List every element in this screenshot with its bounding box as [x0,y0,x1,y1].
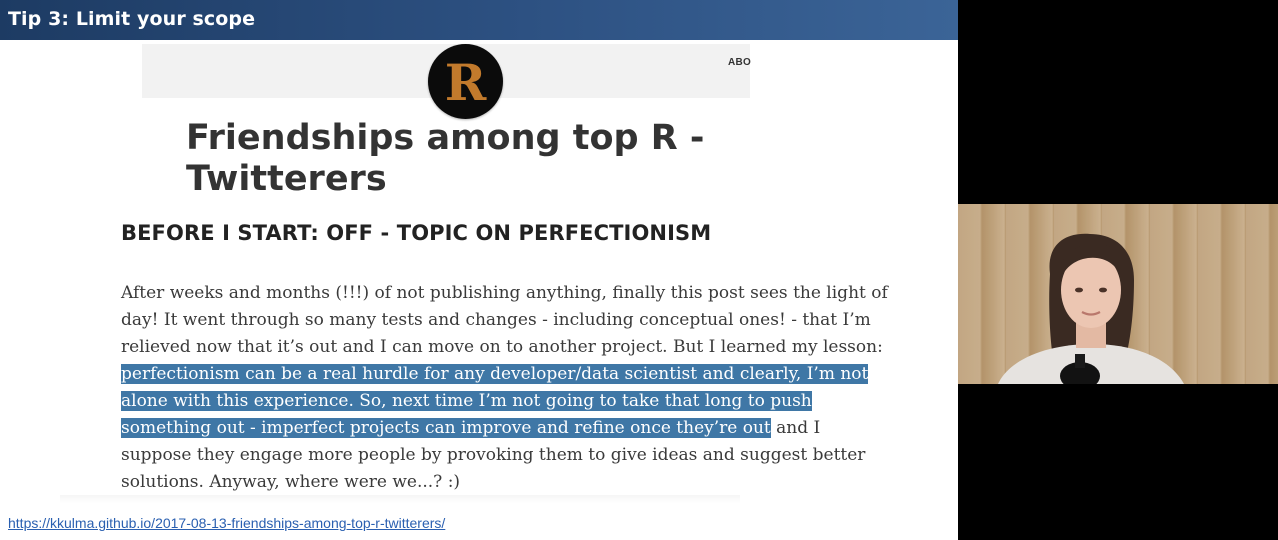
nav-link-about[interactable]: ABO [728,57,751,68]
highlighted-text: alone with this experience. So, next tim… [121,391,812,411]
blog-logo[interactable]: R [428,44,503,119]
paragraph-line: solutions. Anyway, where were we...? :) [121,472,461,492]
post-title-line-2: Twitterers [186,159,387,199]
source-link[interactable]: https://kkulma.github.io/2017-08-13-frie… [8,515,445,531]
slide-header-bar: Tip 3: Limit your scope [0,0,958,40]
paragraph-line: day! It went through so many tests and c… [121,310,871,330]
highlighted-text: something out - imperfect projects can i… [121,418,771,438]
paragraph-line: relieved now that it’s out and I can mov… [121,337,883,357]
paragraph-text: and I [770,418,821,438]
slide-title: Tip 3: Limit your scope [8,8,256,30]
logo-letter: R [444,52,487,112]
page-shadow [60,495,740,503]
post-title: Friendships among top R - Twitterers [186,118,746,200]
post-title-line-1: Friendships among top R - [186,118,705,158]
presentation-slide: Tip 3: Limit your scope ABO R Friendship… [0,0,958,540]
paragraph-line-highlighted: alone with this experience. So, next tim… [121,388,881,415]
paragraph-line-highlighted: perfectionism can be a real hurdle for a… [121,361,881,388]
paragraph-line: After weeks and months (!!!) of not publ… [121,283,888,303]
highlighted-text: perfectionism can be a real hurdle for a… [121,364,869,384]
body-paragraph: After weeks and months (!!!) of not publ… [121,280,888,496]
paragraph-line-highlighted: something out - imperfect projects can i… [121,415,881,442]
presenter-video-image [958,204,1278,384]
webcam-video-feed [958,204,1278,384]
section-heading: BEFORE I START: OFF - TOPIC ON PERFECTIO… [121,221,712,245]
paragraph-line: suppose they engage more people by provo… [121,445,866,465]
